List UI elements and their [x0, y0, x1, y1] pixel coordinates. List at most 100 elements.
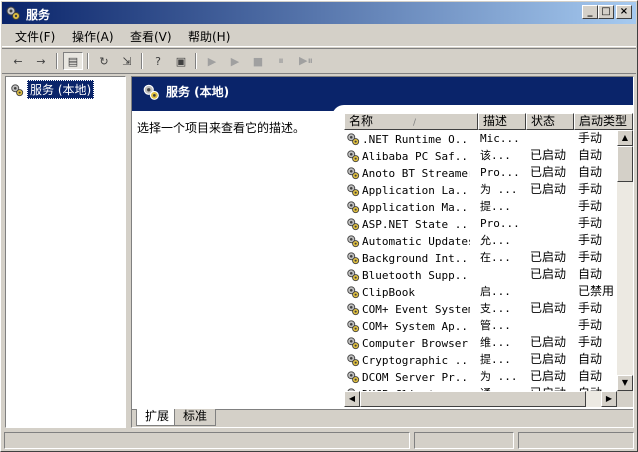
properties-icon[interactable]: ▣	[171, 52, 191, 70]
table-row[interactable]: COM+ System Ap... 管... 手动	[344, 317, 617, 334]
service-startup-type: 手动	[578, 301, 603, 315]
status-cell	[4, 432, 410, 449]
column-header-status[interactable]: 状态	[526, 113, 574, 130]
table-row[interactable]: Alibaba PC Saf... 该... 已启动 自动	[344, 147, 617, 164]
tab-standard[interactable]: 标准	[174, 409, 217, 426]
scroll-right-icon[interactable]: ▶	[601, 391, 617, 407]
show-tree-icon[interactable]: ▤	[63, 52, 83, 70]
service-name: Alibaba PC Saf...	[362, 149, 470, 163]
service-gear-icon	[347, 320, 360, 333]
service-gear-icon	[347, 371, 360, 384]
menu-action[interactable]: 操作(A)	[72, 28, 114, 45]
scroll-up-icon[interactable]: ▲	[617, 130, 633, 146]
service-status: 已启动	[530, 352, 567, 366]
table-row[interactable]: Application Ma... 提... 手动	[344, 198, 617, 215]
service-startup-type: 自动	[578, 369, 603, 383]
table-row[interactable]: Application La... 为 ... 已启动 手动	[344, 181, 617, 198]
console-tree: 服务 (本地)	[5, 76, 126, 428]
service-name: .NET Runtime O...	[362, 132, 470, 146]
help-icon[interactable]: ?	[148, 52, 168, 70]
vertical-scrollbar[interactable]: ▲ ▼	[617, 130, 633, 391]
menu-view[interactable]: 查看(V)	[130, 28, 172, 45]
table-row[interactable]: DCOM Server Pr... 为 ... 已启动 自动	[344, 368, 617, 385]
service-name-cell: Background Int...	[346, 250, 470, 266]
service-startup-type: 已禁用	[578, 284, 615, 298]
table-row[interactable]: ASP.NET State ... Pro... 手动	[344, 215, 617, 232]
service-status: 已启动	[530, 148, 567, 162]
scroll-thumb[interactable]	[617, 146, 633, 182]
service-status: 已启动	[530, 250, 567, 264]
column-header-startup-type[interactable]: 启动类型	[574, 113, 633, 130]
service-startup-type: 手动	[578, 131, 603, 145]
column-header-name[interactable]: 名称 /	[344, 113, 478, 130]
service-description: 提...	[480, 200, 511, 213]
service-startup-type: 自动	[578, 165, 603, 179]
service-startup-type: 自动	[578, 148, 603, 162]
forward-arrow-icon[interactable]: →	[31, 52, 51, 70]
table-row[interactable]: Computer Browser 维... 已启动 手动	[344, 334, 617, 351]
service-name-cell: COM+ Event System	[346, 301, 470, 317]
scroll-down-icon[interactable]: ▼	[617, 375, 633, 391]
services-list: 名称 / 描述 状态 启动类型 .NET Runtime O... Mic... 手动…	[344, 113, 633, 407]
service-name-cell: Automatic Updates	[346, 233, 470, 249]
service-status: 已启动	[530, 182, 567, 196]
scrollbar-corner	[617, 391, 633, 407]
minimize-button[interactable]: _	[582, 5, 598, 19]
service-gear-icon	[347, 184, 360, 197]
toolbar-separator	[56, 53, 58, 69]
back-arrow-icon[interactable]: ←	[8, 52, 28, 70]
service-status: 已启动	[530, 369, 567, 383]
refresh-icon[interactable]: ↻	[94, 52, 114, 70]
tree-item-services-local[interactable]: 服务 (本地)	[10, 80, 95, 99]
service-name: ClipBook	[362, 285, 415, 299]
service-status	[530, 199, 574, 215]
service-startup-type: 手动	[578, 233, 603, 247]
service-name-cell: ClipBook	[346, 284, 470, 300]
maximize-button[interactable]: □	[598, 5, 614, 19]
service-name: Computer Browser	[362, 336, 468, 350]
pane-header: 服务 (本地)	[132, 77, 633, 119]
service-gear-icon	[347, 167, 360, 180]
horizontal-scrollbar[interactable]: ◀ ▶	[344, 391, 617, 407]
service-status: 已启动	[530, 335, 567, 349]
service-gear-icon	[347, 218, 360, 231]
service-gear-icon	[347, 269, 360, 282]
menu-file[interactable]: 文件(F)	[15, 28, 55, 45]
service-startup-type: 手动	[578, 182, 603, 196]
restart-service-icon[interactable]: ▶⏸	[294, 52, 318, 70]
service-name-cell: Application La...	[346, 182, 470, 198]
service-name-cell: DCOM Server Pr...	[346, 369, 470, 385]
start-service-icon[interactable]: ▶	[202, 52, 222, 70]
pause-service-icon[interactable]: ⏸	[271, 52, 291, 70]
toolbar-separator	[141, 53, 143, 69]
table-row[interactable]: Anoto BT Streamer Pro... 已启动 自动	[344, 164, 617, 181]
table-row[interactable]: COM+ Event System 支... 已启动 手动	[344, 300, 617, 317]
export-list-icon[interactable]: ⇲	[117, 52, 137, 70]
stop-service-icon[interactable]: ■	[248, 52, 268, 70]
description-text: 选择一个项目来查看它的描述。	[137, 121, 306, 135]
scroll-thumb[interactable]	[360, 391, 586, 407]
status-cell	[414, 432, 514, 449]
service-status	[530, 233, 574, 249]
service-status	[530, 216, 574, 232]
service-gear-icon	[347, 150, 360, 163]
title-bar[interactable]: 服务 _ □ ×	[2, 2, 636, 24]
tab-extended[interactable]: 扩展	[136, 409, 179, 426]
table-row[interactable]: Automatic Updates 允... 手动	[344, 232, 617, 249]
service-description	[480, 267, 524, 283]
scroll-left-icon[interactable]: ◀	[344, 391, 360, 407]
close-button[interactable]: ×	[616, 5, 632, 19]
tree-item-label: 服务 (本地)	[27, 80, 95, 99]
start-service-alt-icon[interactable]: ▶	[225, 52, 245, 70]
menu-help[interactable]: 帮助(H)	[188, 28, 230, 45]
service-status: 已启动	[530, 267, 567, 281]
table-row[interactable]: Cryptographic ... 提... 已启动 自动	[344, 351, 617, 368]
service-name-cell: Computer Browser	[346, 335, 470, 351]
table-row[interactable]: Bluetooth Supp... 已启动 自动	[344, 266, 617, 283]
table-row[interactable]: ClipBook 启... 已禁用	[344, 283, 617, 300]
table-row[interactable]: Background Int... 在... 已启动 手动	[344, 249, 617, 266]
column-header-description[interactable]: 描述	[478, 113, 526, 130]
service-name: Automatic Updates	[362, 234, 470, 248]
table-row[interactable]: .NET Runtime O... Mic... 手动	[344, 130, 617, 147]
services-gear-icon	[11, 83, 24, 96]
